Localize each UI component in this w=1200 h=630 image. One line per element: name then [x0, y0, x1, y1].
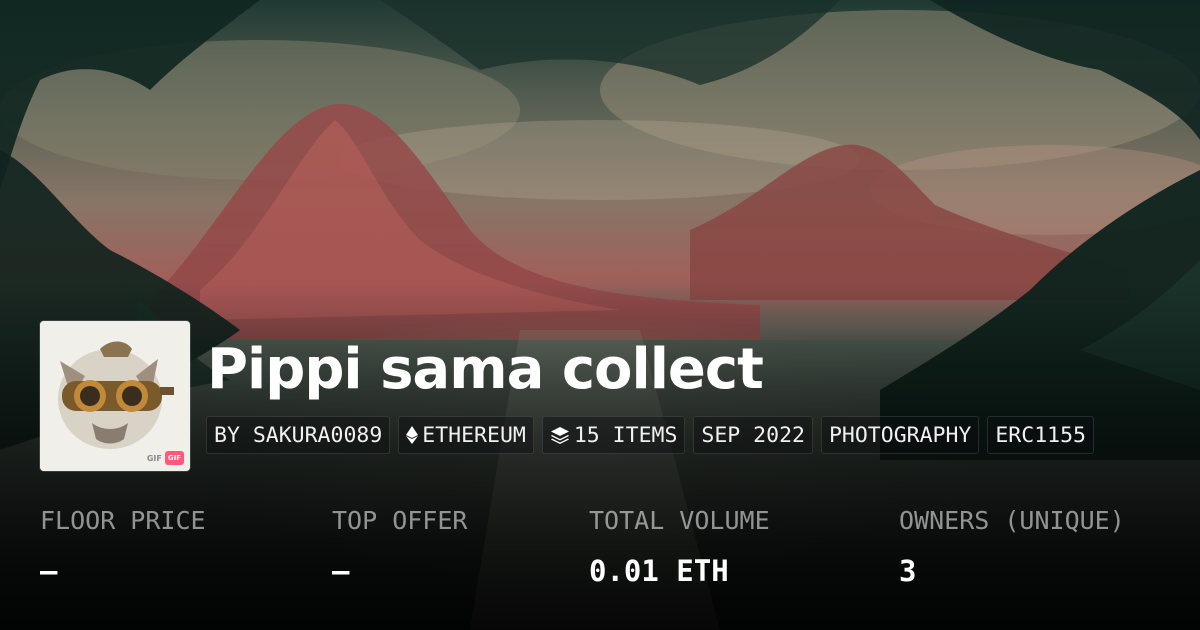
tag-created-date-label: SEP 2022: [701, 422, 805, 448]
stat-owners-label: OWNERS (UNIQUE): [899, 506, 1125, 535]
stat-floor-price: FLOOR PRICE —: [40, 504, 206, 588]
tag-creator[interactable]: BY SAKURA0089: [206, 416, 391, 454]
tag-token-standard-label: ERC1155: [995, 422, 1086, 448]
collection-tags: BY SAKURA0089 ETHEREUM 15 ITEMS SEP 2022…: [206, 416, 1094, 454]
layers-icon: [550, 426, 570, 444]
stat-owners: OWNERS (UNIQUE) 3: [899, 504, 1125, 588]
tag-category-label: PHOTOGRAPHY: [828, 422, 972, 448]
collection-avatar: GIF GIF: [40, 321, 190, 471]
stat-top-offer-value: —: [332, 554, 350, 588]
tag-chain-label: ETHEREUM: [422, 422, 526, 448]
stat-owners-value: 3: [899, 554, 917, 588]
collection-share-card: GIF GIF Pippi sama collect BY SAKURA0089…: [0, 0, 1200, 630]
gif-badge: GIF GIF: [147, 451, 184, 465]
stat-total-volume: TOTAL VOLUME 0.01 ETH: [589, 504, 770, 588]
tag-category[interactable]: PHOTOGRAPHY: [820, 416, 980, 454]
tag-created-date[interactable]: SEP 2022: [693, 416, 813, 454]
stat-top-offer: TOP OFFER —: [332, 504, 467, 588]
tag-items[interactable]: 15 ITEMS: [541, 416, 686, 454]
stat-top-offer-label: TOP OFFER: [332, 506, 468, 535]
collection-title: Pippi sama collect: [207, 337, 764, 402]
ethereum-icon: [406, 426, 419, 444]
gif-badge-label: GIF: [146, 453, 162, 463]
stat-floor-price-label: FLOOR PRICE: [40, 506, 206, 535]
tag-chain[interactable]: ETHEREUM: [398, 416, 534, 454]
tag-creator-label: BY SAKURA0089: [214, 422, 383, 448]
gif-badge-pill: GIF: [164, 451, 184, 465]
stat-floor-price-value: —: [40, 554, 58, 588]
stat-total-volume-label: TOTAL VOLUME: [589, 506, 770, 535]
tag-items-label: 15 ITEMS: [573, 422, 678, 448]
stat-total-volume-value: 0.01 ETH: [589, 554, 729, 588]
tag-token-standard[interactable]: ERC1155: [987, 416, 1094, 454]
